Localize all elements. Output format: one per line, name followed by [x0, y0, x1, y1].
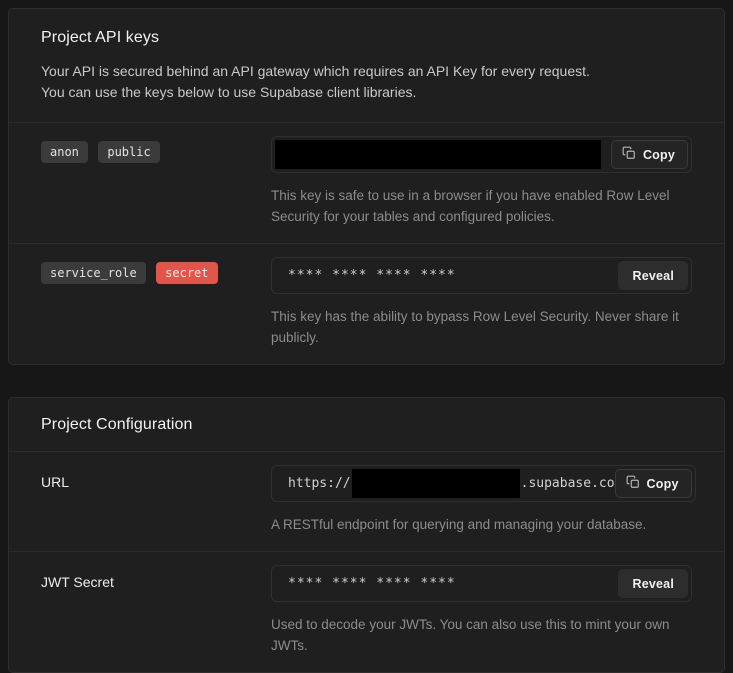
jwt-secret-row: JWT Secret **** **** **** **** Reveal Us…	[9, 551, 724, 672]
url-suffix-text: .supabase.co	[521, 476, 615, 491]
url-prefix-text: https://	[288, 476, 351, 491]
project-url-label: URL	[41, 465, 69, 490]
reveal-button-label: Reveal	[632, 269, 674, 283]
redacted-project-ref	[352, 469, 520, 498]
project-api-keys-card: Project API keys Your API is secured beh…	[8, 8, 725, 365]
copy-button-label: Copy	[647, 477, 679, 491]
jwt-secret-content: **** **** **** **** Reveal Used to decod…	[271, 565, 692, 656]
copy-icon	[626, 475, 640, 492]
reveal-service-role-key-button[interactable]: Reveal	[618, 261, 688, 290]
copy-anon-key-button[interactable]: Copy	[611, 140, 688, 169]
api-keys-description-line1: Your API is secured behind an API gatewa…	[41, 61, 692, 82]
project-url-helper-text: A RESTful endpoint for querying and mana…	[271, 514, 696, 535]
jwt-secret-helper-text: Used to decode your JWTs. You can also u…	[271, 614, 692, 656]
anon-key-input[interactable]: Copy	[271, 136, 692, 173]
project-url-content: https:// .supabase.co Copy A RESTful endp…	[271, 465, 696, 535]
service-role-key-input[interactable]: **** **** **** **** Reveal	[271, 257, 692, 294]
project-url-row: URL https:// .supabase.co Copy A RESTful …	[9, 451, 724, 551]
configuration-header: Project Configuration	[9, 398, 724, 451]
copy-icon	[622, 146, 636, 163]
project-url-input[interactable]: https:// .supabase.co Copy	[271, 465, 696, 502]
service-role-masked-value: **** **** **** ****	[288, 268, 456, 283]
jwt-secret-input[interactable]: **** **** **** **** Reveal	[271, 565, 692, 602]
service-role-key-row: service_role secret **** **** **** **** …	[9, 243, 724, 364]
jwt-secret-masked-value: **** **** **** ****	[288, 576, 456, 591]
jwt-secret-label-cell: JWT Secret	[41, 565, 271, 656]
copy-button-label: Copy	[643, 148, 675, 162]
copy-project-url-button[interactable]: Copy	[615, 469, 692, 498]
jwt-secret-label: JWT Secret	[41, 565, 114, 590]
api-keys-header: Project API keys Your API is secured beh…	[9, 9, 724, 122]
anon-key-helper-text: This key is safe to use in a browser if …	[271, 185, 692, 227]
project-url-label-cell: URL	[41, 465, 271, 535]
project-configuration-card: Project Configuration URL https:// .supab…	[8, 397, 725, 673]
api-keys-description-line2: You can use the keys below to use Supaba…	[41, 82, 692, 103]
service-role-helper-text: This key has the ability to bypass Row L…	[271, 306, 692, 348]
public-badge: public	[98, 141, 159, 163]
service-role-content: **** **** **** **** Reveal This key has …	[271, 257, 692, 348]
anon-badge: anon	[41, 141, 88, 163]
reveal-button-label: Reveal	[632, 577, 674, 591]
anon-key-badges: anon public	[41, 136, 271, 227]
api-keys-description: Your API is secured behind an API gatewa…	[41, 61, 692, 103]
service-role-badges: service_role secret	[41, 257, 271, 348]
configuration-title: Project Configuration	[41, 416, 692, 434]
anon-key-content: Copy This key is safe to use in a browse…	[271, 136, 692, 227]
redacted-anon-key-value	[275, 140, 601, 169]
reveal-jwt-secret-button[interactable]: Reveal	[618, 569, 688, 598]
anon-key-row: anon public Copy This key is safe to use…	[9, 122, 724, 243]
service-role-badge: service_role	[41, 262, 146, 284]
api-keys-title: Project API keys	[41, 29, 692, 47]
secret-badge: secret	[156, 262, 217, 284]
